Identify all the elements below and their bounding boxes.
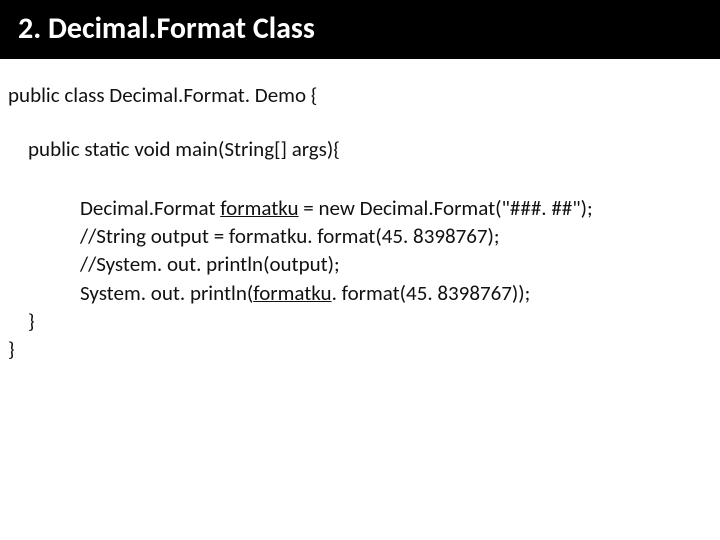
code-line-5: //System. out. println(output); (8, 250, 712, 278)
code-line-6a: System. out. println( (80, 280, 253, 306)
code-line-1: public class Decimal.Format. Demo { (8, 81, 712, 109)
code-line-7: } (8, 307, 712, 335)
slide-title-bar: 2. Decimal.Format Class (0, 0, 720, 59)
code-line-3a: Decimal.Format (80, 195, 220, 221)
code-line-4: //String output = formatku. format(45. 8… (8, 222, 712, 250)
code-line-3: Decimal.Format formatku = new Decimal.Fo… (8, 194, 712, 222)
code-line-8: } (8, 335, 712, 363)
code-line-6b: formatku (253, 280, 331, 306)
code-line-6: System. out. println(formatku. format(45… (8, 279, 712, 307)
code-line-3b: formatku (220, 195, 298, 221)
code-line-3c: = new Decimal.Format("###. ##"); (299, 195, 593, 221)
code-area: public class Decimal.Format. Demo { publ… (0, 59, 720, 364)
code-line-6c: . format(45. 8398767)); (332, 280, 531, 306)
code-line-2: public static void main(String[] args){ (8, 135, 712, 163)
slide-title: 2. Decimal.Format Class (18, 10, 315, 47)
